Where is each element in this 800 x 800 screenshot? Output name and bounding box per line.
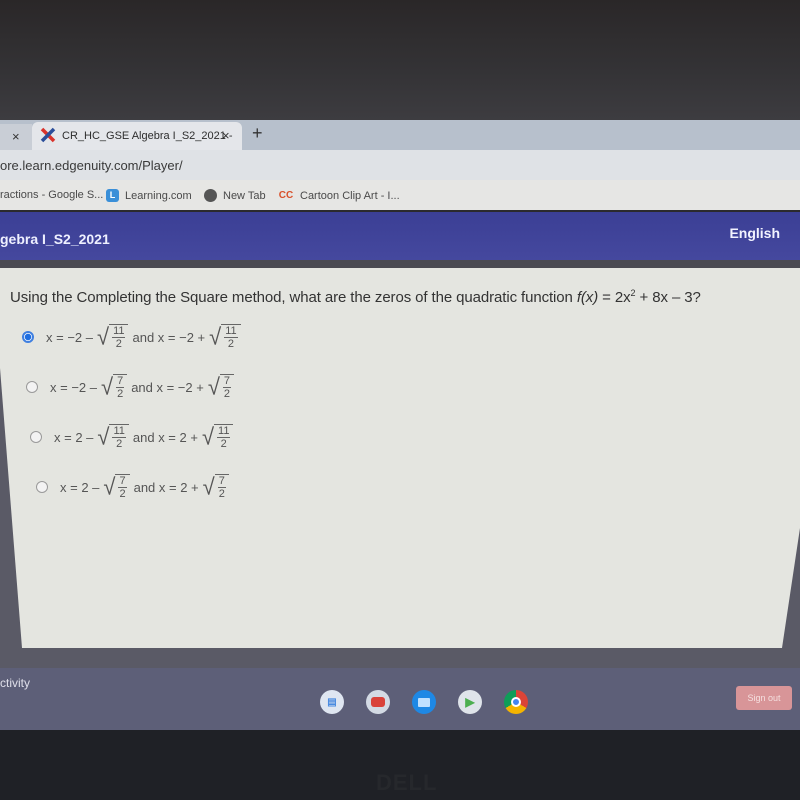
activity-label[interactable]: ctivity [0, 676, 30, 690]
new-tab-button[interactable]: + [252, 123, 263, 144]
bookmark-label: ractions - Google S... [0, 189, 104, 201]
question-panel: Using the Completing the Square method, … [0, 268, 800, 648]
square-root: √ 7 2 [101, 374, 128, 400]
square-root: √ 11 2 [97, 324, 129, 350]
youtube-icon[interactable] [366, 690, 390, 714]
square-root: √ 11 2 [202, 424, 234, 450]
bookmark-new-tab[interactable]: New Tab [204, 189, 266, 202]
monitor-bezel-top [0, 0, 800, 120]
radio-button[interactable] [36, 481, 48, 493]
answer-option-3[interactable]: x = 2 – √ 11 2 and x = 2 + √ 11 2 [30, 424, 237, 450]
chromeos-shelf: ctivity ▤ ▶ Sign out [0, 668, 800, 730]
bookmark-label: New Tab [223, 189, 266, 202]
course-title: gebra I_S2_2021 [0, 231, 110, 247]
bookmark-cartoon-clip-art[interactable]: CC Cartoon Clip Art - I... [278, 189, 400, 202]
square-root: √ 7 2 [208, 374, 235, 400]
radio-button[interactable] [26, 381, 38, 393]
shelf-apps: ▤ ▶ [320, 690, 528, 714]
radio-button-selected[interactable] [22, 331, 34, 343]
monitor-bezel-bottom: DELL [0, 730, 800, 800]
close-icon[interactable]: × [222, 128, 230, 143]
sign-out-button[interactable]: Sign out [736, 686, 792, 710]
square-root: √ 7 2 [103, 474, 130, 500]
url-text[interactable]: ore.learn.edgenuity.com/Player/ [0, 158, 183, 173]
address-bar[interactable]: ore.learn.edgenuity.com/Player/ [0, 150, 800, 180]
globe-icon [204, 189, 217, 202]
radio-button[interactable] [30, 431, 42, 443]
screen: × CR_HC_GSE Algebra I_S2_2021 - × + ore.… [0, 120, 800, 730]
dell-logo: DELL [376, 770, 438, 795]
files-icon[interactable] [412, 690, 436, 714]
header-divider [0, 260, 800, 268]
square-root: √ 7 2 [203, 474, 229, 500]
tab-strip: × CR_HC_GSE Algebra I_S2_2021 - × + [0, 120, 800, 150]
cc-icon: CC [278, 190, 294, 201]
tab-title: CR_HC_GSE Algebra I_S2_2021 - [62, 130, 233, 142]
docs-icon[interactable]: ▤ [320, 690, 344, 714]
bookmark-label: Learning.com [125, 189, 192, 202]
square-root: √ 11 2 [209, 324, 241, 350]
bookmark-learning-com[interactable]: L Learning.com [106, 189, 192, 202]
question-text: Using the Completing the Square method, … [10, 288, 701, 306]
play-store-icon[interactable]: ▶ [458, 690, 482, 714]
course-header: gebra I_S2_2021 English [0, 212, 800, 260]
bookmarks-bar: ractions - Google S... L Learning.com Ne… [0, 180, 800, 210]
square-root: √ 11 2 [97, 424, 129, 450]
tab-active[interactable]: CR_HC_GSE Algebra I_S2_2021 - × [32, 122, 242, 150]
edgenuity-x-icon [40, 127, 56, 143]
learning-com-icon: L [106, 189, 119, 202]
answer-option-1[interactable]: x = −2 – √ 11 2 and x = −2 + √ 11 2 [22, 324, 245, 350]
answer-option-4[interactable]: x = 2 – √ 7 2 and x = 2 + √ 7 2 [36, 474, 233, 500]
bookmark-label: Cartoon Clip Art - I... [300, 189, 400, 202]
tab-previous[interactable]: × [0, 124, 32, 150]
answer-option-2[interactable]: x = −2 – √ 7 2 and x = −2 + √ 7 2 [26, 374, 238, 400]
chrome-icon[interactable] [504, 690, 528, 714]
language-selector[interactable]: English [729, 225, 780, 241]
close-icon[interactable]: × [12, 129, 20, 144]
bookmark-google-sheets[interactable]: ractions - Google S... [0, 189, 103, 201]
